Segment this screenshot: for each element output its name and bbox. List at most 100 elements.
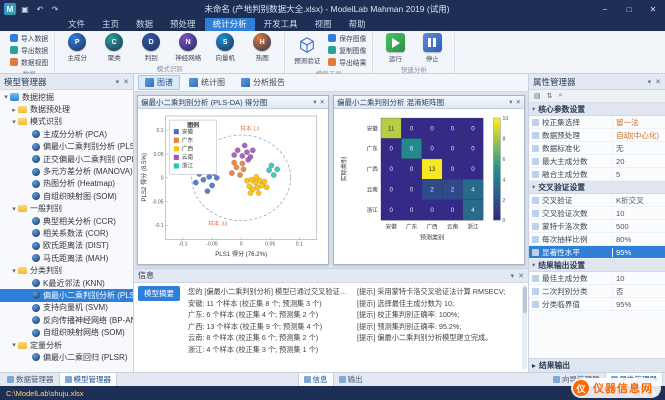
redo-icon[interactable]: ↷ xyxy=(49,3,61,15)
tree-item[interactable]: 正交偏最小二乘判别 (OPLSDA) xyxy=(0,153,133,165)
save-icon[interactable]: ▣ xyxy=(19,3,31,15)
ribbon-button-保存图像[interactable]: 保存图像 xyxy=(328,33,366,43)
menu-tab-主页[interactable]: 主页 xyxy=(94,18,127,31)
collapse-icon[interactable]: ▾ xyxy=(10,267,18,275)
panel-close-icon[interactable]: ✕ xyxy=(655,78,661,86)
tree-item[interactable]: 自组织映射图 (SOM) xyxy=(0,190,133,202)
tree-item[interactable]: ▾ 模式识别 xyxy=(0,116,133,128)
model-icon xyxy=(32,241,40,250)
panel-dropdown-icon[interactable]: ▾ xyxy=(511,272,515,280)
bottom-tab-数据管理器[interactable]: 数据管理器 xyxy=(2,373,59,386)
property-row[interactable]: 数据标准化 无 xyxy=(529,142,665,155)
ribbon-button-向量机[interactable]: S 向量机 xyxy=(209,33,241,62)
property-row[interactable]: 交叉验证次数 10 xyxy=(529,207,665,220)
tree-item[interactable]: 马氏距离法 (MAH) xyxy=(0,252,133,264)
property-section-核心参数设置[interactable]: ▾ 核心参数设置 xyxy=(529,103,665,116)
tree-item[interactable]: ▾ 数据挖掘 xyxy=(0,91,133,103)
collapse-icon[interactable]: ▾ xyxy=(10,205,18,213)
ribbon-button-数据视图[interactable]: 数据视图 xyxy=(10,57,48,67)
property-section-结果输出设置[interactable]: ▾ 结果输出设置 xyxy=(529,259,665,272)
menu-tab-文件[interactable]: 文件 xyxy=(60,18,93,31)
window-dropdown-icon[interactable]: ▾ xyxy=(509,98,512,106)
property-row[interactable]: 显著性水平 95% xyxy=(529,246,665,259)
bottom-tab-输出[interactable]: 输出 xyxy=(334,373,368,386)
model-summary-button[interactable]: 模型摘要 xyxy=(138,286,180,301)
tree-item[interactable]: 相关系数法 (COR) xyxy=(0,227,133,239)
minimize-button[interactable]: − xyxy=(593,0,617,18)
menu-tab-帮助[interactable]: 帮助 xyxy=(341,18,374,31)
search-icon[interactable]: ⌕ xyxy=(559,92,563,100)
tree-item[interactable]: 主成分分析 (PCA) xyxy=(0,128,133,140)
ribbon-button-神经网络[interactable]: N 神经网络 xyxy=(172,33,204,62)
doc-tab-图谱[interactable]: 图谱 xyxy=(138,75,180,90)
tree-item[interactable]: 欧氏距离法 (DIST) xyxy=(0,240,133,252)
property-row[interactable]: 每次抽样比例 80% xyxy=(529,233,665,246)
doc-tab-分析报告[interactable]: 分析报告 xyxy=(234,75,292,90)
tree-item[interactable]: 反向传播神经网络 (BP-ANN) xyxy=(0,314,133,326)
ribbon-button-聚类[interactable]: C 聚类 xyxy=(98,33,130,62)
panel-dropdown-icon[interactable]: ▾ xyxy=(648,78,652,86)
close-button[interactable]: ✕ xyxy=(641,0,665,18)
tree-item[interactable]: 热图分析 (Heatmap) xyxy=(0,178,133,190)
ribbon-button-运行[interactable]: 运行 xyxy=(379,33,411,63)
property-row[interactable]: 二次判别分类 否 xyxy=(529,285,665,298)
panel-close-icon[interactable]: ✕ xyxy=(518,272,524,280)
tree-item[interactable]: ▾ 定量分析 xyxy=(0,339,133,351)
tree-item[interactable]: ▾ 分类判别 xyxy=(0,264,133,276)
property-row[interactable]: 数据预处理 自动(中心化) xyxy=(529,129,665,142)
menu-tab-预处理[interactable]: 预处理 xyxy=(162,18,204,31)
ribbon-button-热图[interactable]: H 热图 xyxy=(246,33,278,62)
left-panel-tabs: 数据管理器 模型管理器 xyxy=(2,373,117,386)
maximize-button[interactable]: □ xyxy=(617,0,641,18)
property-row[interactable]: 最佳主成分数 10 xyxy=(529,272,665,285)
property-row[interactable]: 校正集选择 留一法 xyxy=(529,116,665,129)
tree-item[interactable]: 支持向量机 (SVM) xyxy=(0,302,133,314)
undo-icon[interactable]: ↶ xyxy=(34,3,46,15)
property-row[interactable]: 交叉验证 K折交叉 xyxy=(529,194,665,207)
doc-tab-统计图[interactable]: 统计图 xyxy=(182,75,232,90)
ribbon-button-停止[interactable]: 停止 xyxy=(416,33,448,63)
tree-item[interactable]: K最近邻法 (KNN) xyxy=(0,277,133,289)
ribbon-button-导出结果[interactable]: 导出结果 xyxy=(328,57,366,67)
tree-item[interactable]: 偏最小二乘判别分析 (PLSDA) xyxy=(0,141,133,153)
window-close-icon[interactable]: ✕ xyxy=(320,98,325,106)
bottom-tab-信息[interactable]: 信息 xyxy=(297,373,334,386)
collapse-icon[interactable]: ▾ xyxy=(10,341,18,349)
panel-dropdown-icon[interactable]: ▾ xyxy=(116,78,120,86)
property-row[interactable]: 蒙特卡洛次数 500 xyxy=(529,220,665,233)
tree-item[interactable]: ▸ 数据预处理 xyxy=(0,103,133,115)
info-scrollbar[interactable] xyxy=(522,285,527,370)
ribbon-button-预测验证[interactable]: 预测验证 xyxy=(291,36,323,65)
ribbon-button-导出数据[interactable]: 导出数据 xyxy=(10,45,48,55)
menu-tab-数据[interactable]: 数据 xyxy=(128,18,161,31)
property-row[interactable]: 分类临界值 95% xyxy=(529,298,665,311)
results-output-section[interactable]: ▸ 结果输出 xyxy=(529,358,665,372)
menu-tab-开发工具[interactable]: 开发工具 xyxy=(256,18,306,31)
expand-icon[interactable]: ▸ xyxy=(10,106,18,114)
categorize-icon[interactable]: ▤ xyxy=(534,92,541,100)
tree-item[interactable]: 偏最小二乘判别分析 (PLS-DA) xyxy=(0,289,133,302)
info-panel: 信息 ▾ ✕ 模型摘要 您的 [偏最小二乘判别分析] 模型已通过交叉验证建立完成… xyxy=(134,268,528,372)
menu-tab-视图[interactable]: 视图 xyxy=(307,18,340,31)
tree-item[interactable]: 自组织映射网络 (SOM) xyxy=(0,326,133,338)
property-section-交叉验证设置[interactable]: ▾ 交叉验证设置 xyxy=(529,181,665,194)
tree-item[interactable]: ▾ 一般判别 xyxy=(0,203,133,215)
tree-item-label: 数据挖掘 xyxy=(22,92,54,102)
tree-item[interactable]: 偏最小二乘回归 (PLSR) xyxy=(0,351,133,363)
ribbon-button-复制图像[interactable]: 复制图像 xyxy=(328,45,366,55)
bottom-tab-模型管理器[interactable]: 模型管理器 xyxy=(58,373,117,386)
collapse-icon[interactable]: ▾ xyxy=(10,118,18,126)
collapse-icon[interactable]: ▾ xyxy=(2,93,10,101)
sort-icon[interactable]: ⇅ xyxy=(547,92,553,100)
ribbon-button-导入数据[interactable]: 导入数据 xyxy=(10,33,48,43)
tree-item[interactable]: 典型相关分析 (CCR) xyxy=(0,215,133,227)
property-row[interactable]: 融合主成分数 5 xyxy=(529,168,665,181)
property-row[interactable]: 最大主成分数 20 xyxy=(529,155,665,168)
menu-tab-统计分析[interactable]: 统计分析 xyxy=(204,18,255,31)
window-dropdown-icon[interactable]: ▾ xyxy=(313,98,316,106)
window-close-icon[interactable]: ✕ xyxy=(516,98,521,106)
tree-item[interactable]: 多元方差分析 (MANOVA) xyxy=(0,165,133,177)
panel-close-icon[interactable]: ✕ xyxy=(123,78,129,86)
ribbon-button-主成分[interactable]: P 主成分 xyxy=(61,33,93,62)
ribbon-button-判别[interactable]: D 判别 xyxy=(135,33,167,62)
